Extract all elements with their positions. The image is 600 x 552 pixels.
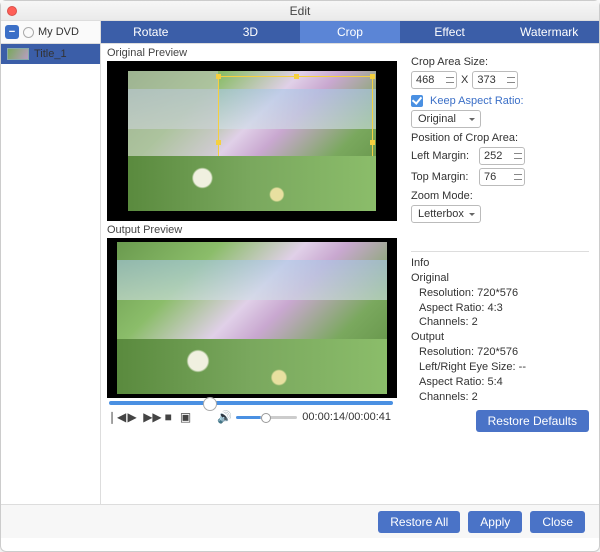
top-margin-label: Top Margin: (411, 171, 475, 183)
output-preview (107, 238, 397, 398)
top-margin-input[interactable]: 76 (479, 168, 525, 186)
title-thumbnail (7, 48, 29, 60)
select-radio[interactable] (23, 27, 34, 38)
tab-effect[interactable]: Effect (400, 21, 500, 43)
left-margin-input[interactable]: 252 (479, 147, 525, 165)
keep-aspect-checkbox[interactable] (411, 95, 423, 107)
sidebar-item-title1[interactable]: Title_1 (1, 44, 100, 64)
dvd-label: My DVD (38, 26, 79, 38)
crop-size-label: Crop Area Size: (411, 56, 589, 68)
sidebar: Title_1 (1, 44, 101, 504)
snapshot-button[interactable]: ▣ (179, 410, 191, 424)
footer: Restore All Apply Close (1, 504, 599, 538)
prev-frame-button[interactable]: ❘◀ (107, 410, 121, 424)
dvd-root-row[interactable]: − My DVD (1, 21, 101, 43)
restore-defaults-button[interactable]: Restore Defaults (476, 410, 589, 432)
volume-slider[interactable] (236, 416, 297, 419)
stop-button[interactable]: ■ (162, 410, 174, 424)
left-margin-label: Left Margin: (411, 150, 475, 162)
crop-x-separator: X (461, 74, 468, 86)
crop-mask (128, 71, 218, 211)
crop-height-input[interactable]: 373 (472, 71, 518, 89)
info-block: Info Original Resolution: 720*576 Aspect… (411, 251, 589, 404)
crop-settings-panel: Crop Area Size: 468 X 373 Keep Aspect Ra… (401, 44, 599, 504)
tab-3d[interactable]: 3D (201, 21, 301, 43)
playback-time: 00:00:14/00:00:41 (302, 411, 391, 423)
info-original-heading: Original (411, 271, 589, 286)
seek-slider[interactable] (109, 401, 393, 405)
tab-rotate[interactable]: Rotate (101, 21, 201, 43)
tab-crop[interactable]: Crop (300, 21, 400, 43)
titlebar: Edit (1, 1, 599, 21)
sidebar-item-label: Title_1 (34, 48, 67, 60)
keep-aspect-label: Keep Aspect Ratio: (430, 95, 524, 107)
tab-bar: Rotate 3D Crop Effect Watermark (101, 21, 599, 43)
close-button[interactable]: Close (530, 511, 585, 533)
output-preview-label: Output Preview (107, 221, 395, 238)
crop-width-input[interactable]: 468 (411, 71, 457, 89)
apply-button[interactable]: Apply (468, 511, 522, 533)
volume-icon[interactable]: 🔊 (217, 410, 231, 424)
zoom-mode-select[interactable]: Letterbox (411, 205, 481, 223)
info-heading: Info (411, 256, 589, 271)
fast-forward-button[interactable]: ▶▶ (143, 410, 157, 424)
window-title: Edit (1, 4, 599, 18)
restore-all-button[interactable]: Restore All (378, 511, 460, 533)
tab-watermark[interactable]: Watermark (499, 21, 599, 43)
aspect-ratio-select[interactable]: Original (411, 110, 481, 128)
original-preview-label: Original Preview (107, 44, 395, 61)
play-button[interactable]: ▶ (126, 410, 138, 424)
collapse-icon[interactable]: − (5, 25, 19, 39)
crop-position-label: Position of Crop Area: (411, 132, 589, 144)
info-output-heading: Output (411, 330, 589, 345)
zoom-mode-label: Zoom Mode: (411, 190, 589, 202)
crop-rectangle[interactable] (218, 76, 373, 208)
original-preview[interactable] (107, 61, 397, 221)
